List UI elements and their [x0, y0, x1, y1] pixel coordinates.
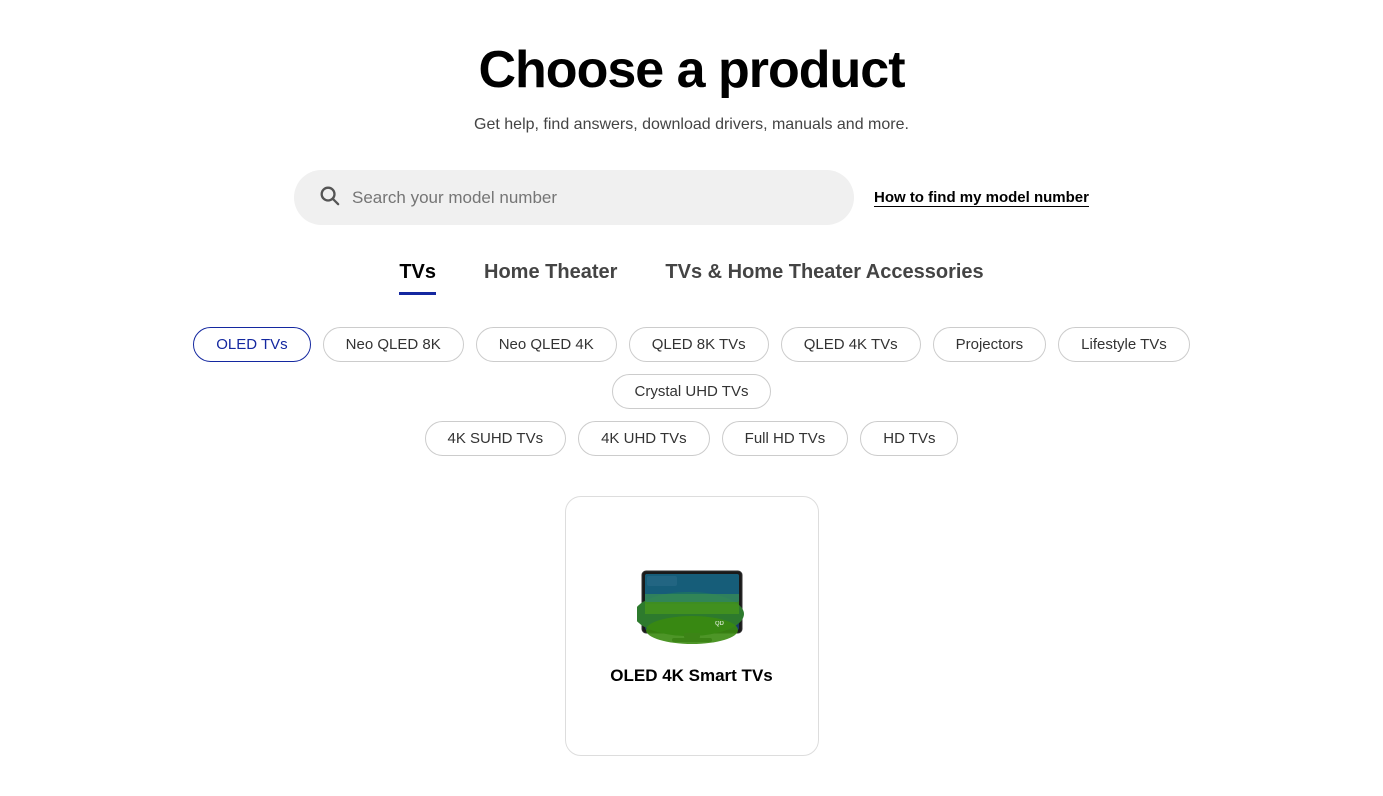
filter-pill-neo-qled-8k[interactable]: Neo QLED 8K	[323, 327, 464, 362]
search-box	[294, 170, 854, 225]
tab-home-theater[interactable]: Home Theater	[484, 261, 617, 295]
tabs-row: TVs Home Theater TVs & Home Theater Access…	[399, 261, 983, 295]
filter-pill-oled-tvs[interactable]: OLED TVs	[193, 327, 310, 362]
filter-pill-crystal-uhd-tvs[interactable]: Crystal UHD TVs	[612, 374, 772, 409]
filter-pill-projectors[interactable]: Projectors	[933, 327, 1047, 362]
filter-pill-qled-4k-tvs[interactable]: QLED 4K TVs	[781, 327, 921, 362]
filter-pill-hd-tvs[interactable]: HD TVs	[860, 421, 958, 456]
product-grid: QD OLED 4K Smart TVs	[565, 496, 819, 796]
model-help-link[interactable]: How to find my model number	[874, 189, 1089, 206]
filter-pill-full-hd-tvs[interactable]: Full HD TVs	[722, 421, 849, 456]
filter-pill-4k-uhd-tvs[interactable]: 4K UHD TVs	[578, 421, 710, 456]
filter-pill-4k-suhd-tvs[interactable]: 4K SUHD TVs	[425, 421, 567, 456]
product-card-image: QD	[632, 566, 752, 646]
filter-pill-neo-qled-4k[interactable]: Neo QLED 4K	[476, 327, 617, 362]
product-card-oled-4k-smart-tvs[interactable]: QD OLED 4K Smart TVs	[565, 496, 819, 756]
search-row: How to find my model number	[242, 170, 1142, 225]
filter-pill-qled-8k-tvs[interactable]: QLED 8K TVs	[629, 327, 769, 362]
search-input[interactable]	[352, 188, 830, 208]
page-title: Choose a product	[478, 40, 904, 100]
filter-pill-lifestyle-tvs[interactable]: Lifestyle TVs	[1058, 327, 1190, 362]
tab-accessories[interactable]: TVs & Home Theater Accessories	[665, 261, 983, 295]
page-subtitle: Get help, find answers, download drivers…	[474, 116, 909, 134]
svg-text:QD: QD	[715, 621, 725, 627]
tab-tvs[interactable]: TVs	[399, 261, 436, 295]
filter-pills-row1: OLED TVs Neo QLED 8K Neo QLED 4K QLED 8K TV…	[142, 327, 1242, 409]
search-icon	[318, 184, 340, 211]
product-card-label: OLED 4K Smart TVs	[610, 666, 773, 686]
filter-pills-row2: 4K SUHD TVs 4K UHD TVs Full HD TVs HD TVs	[425, 421, 959, 456]
